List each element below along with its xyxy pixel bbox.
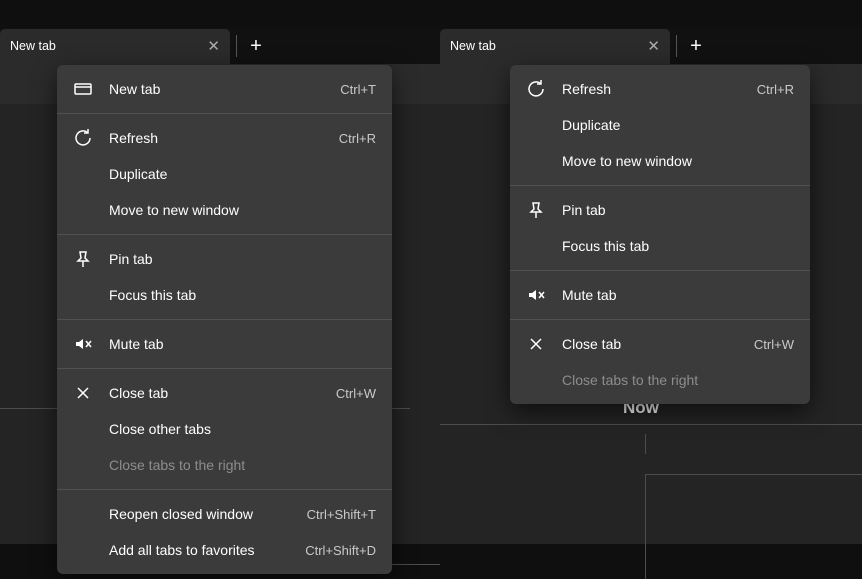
blank-icon [73,285,93,305]
tabstrip-left: New tab ✕ + [0,28,440,64]
menu-item-close-other-tabs[interactable]: Close other tabs [57,411,392,447]
vline [645,434,646,454]
tabstrip-right: New tab ✕ + [440,28,862,64]
vline [645,474,646,579]
menu-item-pin-tab[interactable]: Pin tab [510,192,810,228]
blank-icon [73,455,93,475]
context-menu-now: RefreshCtrl+R Duplicate Move to new window… [510,65,810,404]
close-icon[interactable]: ✕ [647,37,660,55]
menu-item-pin-tab[interactable]: Pin tab [57,241,392,277]
blank-icon [526,115,546,135]
hline [440,424,862,425]
menu-item-label: Move to new window [109,202,376,218]
menu-shortcut: Ctrl+Shift+D [305,543,376,558]
menu-item-label: Close tab [562,336,754,352]
menu-shortcut: Ctrl+Shift+T [307,507,376,522]
menu-item-label: Refresh [109,130,339,146]
menu-item-label: Refresh [562,81,757,97]
menu-shortcut: Ctrl+T [340,82,376,97]
menu-shortcut: Ctrl+R [757,82,794,97]
menu-separator [57,319,392,320]
menu-item-label: New tab [109,81,340,97]
hline [645,474,862,475]
refresh-icon [73,128,93,148]
window-icon [73,79,93,99]
pin-icon [526,200,546,220]
menu-item-close-tab[interactable]: Close tabCtrl+W [510,326,810,362]
new-tab-button[interactable]: + [683,33,709,59]
menu-item-label: Focus this tab [562,238,794,254]
menu-item-move-to-new-window[interactable]: Move to new window [57,192,392,228]
menu-item-label: Close other tabs [109,421,376,437]
menu-item-label: Move to new window [562,153,794,169]
menu-item-close-tab[interactable]: Close tabCtrl+W [57,375,392,411]
tab-title: New tab [10,39,56,53]
menu-item-mute-tab[interactable]: Mute tab [57,326,392,362]
menu-item-refresh[interactable]: RefreshCtrl+R [57,120,392,156]
menu-item-label: Focus this tab [109,287,376,303]
mute-icon [526,285,546,305]
menu-item-refresh[interactable]: RefreshCtrl+R [510,71,810,107]
menu-item-label: Duplicate [562,117,794,133]
blank-icon [73,200,93,220]
blank-icon [73,164,93,184]
blank-icon [526,151,546,171]
menu-item-label: Duplicate [109,166,376,182]
menu-item-reopen-closed-window[interactable]: Reopen closed windowCtrl+Shift+T [57,496,392,532]
blank-icon [73,540,93,560]
menu-item-add-all-tabs-to-favorites[interactable]: Add all tabs to favoritesCtrl+Shift+D [57,532,392,568]
menu-separator [57,489,392,490]
tab-new[interactable]: New tab ✕ [440,29,670,64]
menu-item-label: Close tabs to the right [562,372,794,388]
menu-separator [57,368,392,369]
menu-separator [510,185,810,186]
menu-shortcut: Ctrl+W [336,386,376,401]
menu-item-mute-tab[interactable]: Mute tab [510,277,810,313]
menu-item-focus-this-tab[interactable]: Focus this tab [57,277,392,313]
menu-item-new-tab[interactable]: New tabCtrl+T [57,71,392,107]
tab-title: New tab [450,39,496,53]
refresh-icon [526,79,546,99]
menu-item-label: Reopen closed window [109,506,307,522]
menu-item-close-tabs-to-the-right: Close tabs to the right [57,447,392,483]
mute-icon [73,334,93,354]
menu-item-label: Mute tab [562,287,794,303]
menu-item-close-tabs-to-the-right: Close tabs to the right [510,362,810,398]
menu-item-label: Close tabs to the right [109,457,376,473]
menu-item-move-to-new-window[interactable]: Move to new window [510,143,810,179]
blank-icon [73,504,93,524]
menu-item-duplicate[interactable]: Duplicate [510,107,810,143]
menu-separator [57,113,392,114]
tab-new[interactable]: New tab ✕ [0,29,230,64]
menu-separator [510,270,810,271]
context-menu-before: New tabCtrl+T RefreshCtrl+R Duplicate Move … [57,65,392,574]
menu-item-label: Close tab [109,385,336,401]
close-icon[interactable]: ✕ [207,37,220,55]
blank-icon [526,370,546,390]
menu-item-label: Mute tab [109,336,376,352]
menu-shortcut: Ctrl+R [339,131,376,146]
tab-divider [236,35,237,57]
menu-item-label: Add all tabs to favorites [109,542,305,558]
menu-item-duplicate[interactable]: Duplicate [57,156,392,192]
close-icon [526,334,546,354]
tab-divider [676,35,677,57]
pin-icon [73,249,93,269]
menu-separator [510,319,810,320]
close-icon [73,383,93,403]
menu-item-label: Pin tab [109,251,376,267]
menu-item-label: Pin tab [562,202,794,218]
blank-icon [526,236,546,256]
blank-icon [73,419,93,439]
menu-shortcut: Ctrl+W [754,337,794,352]
new-tab-button[interactable]: + [243,33,269,59]
menu-separator [57,234,392,235]
menu-item-focus-this-tab[interactable]: Focus this tab [510,228,810,264]
